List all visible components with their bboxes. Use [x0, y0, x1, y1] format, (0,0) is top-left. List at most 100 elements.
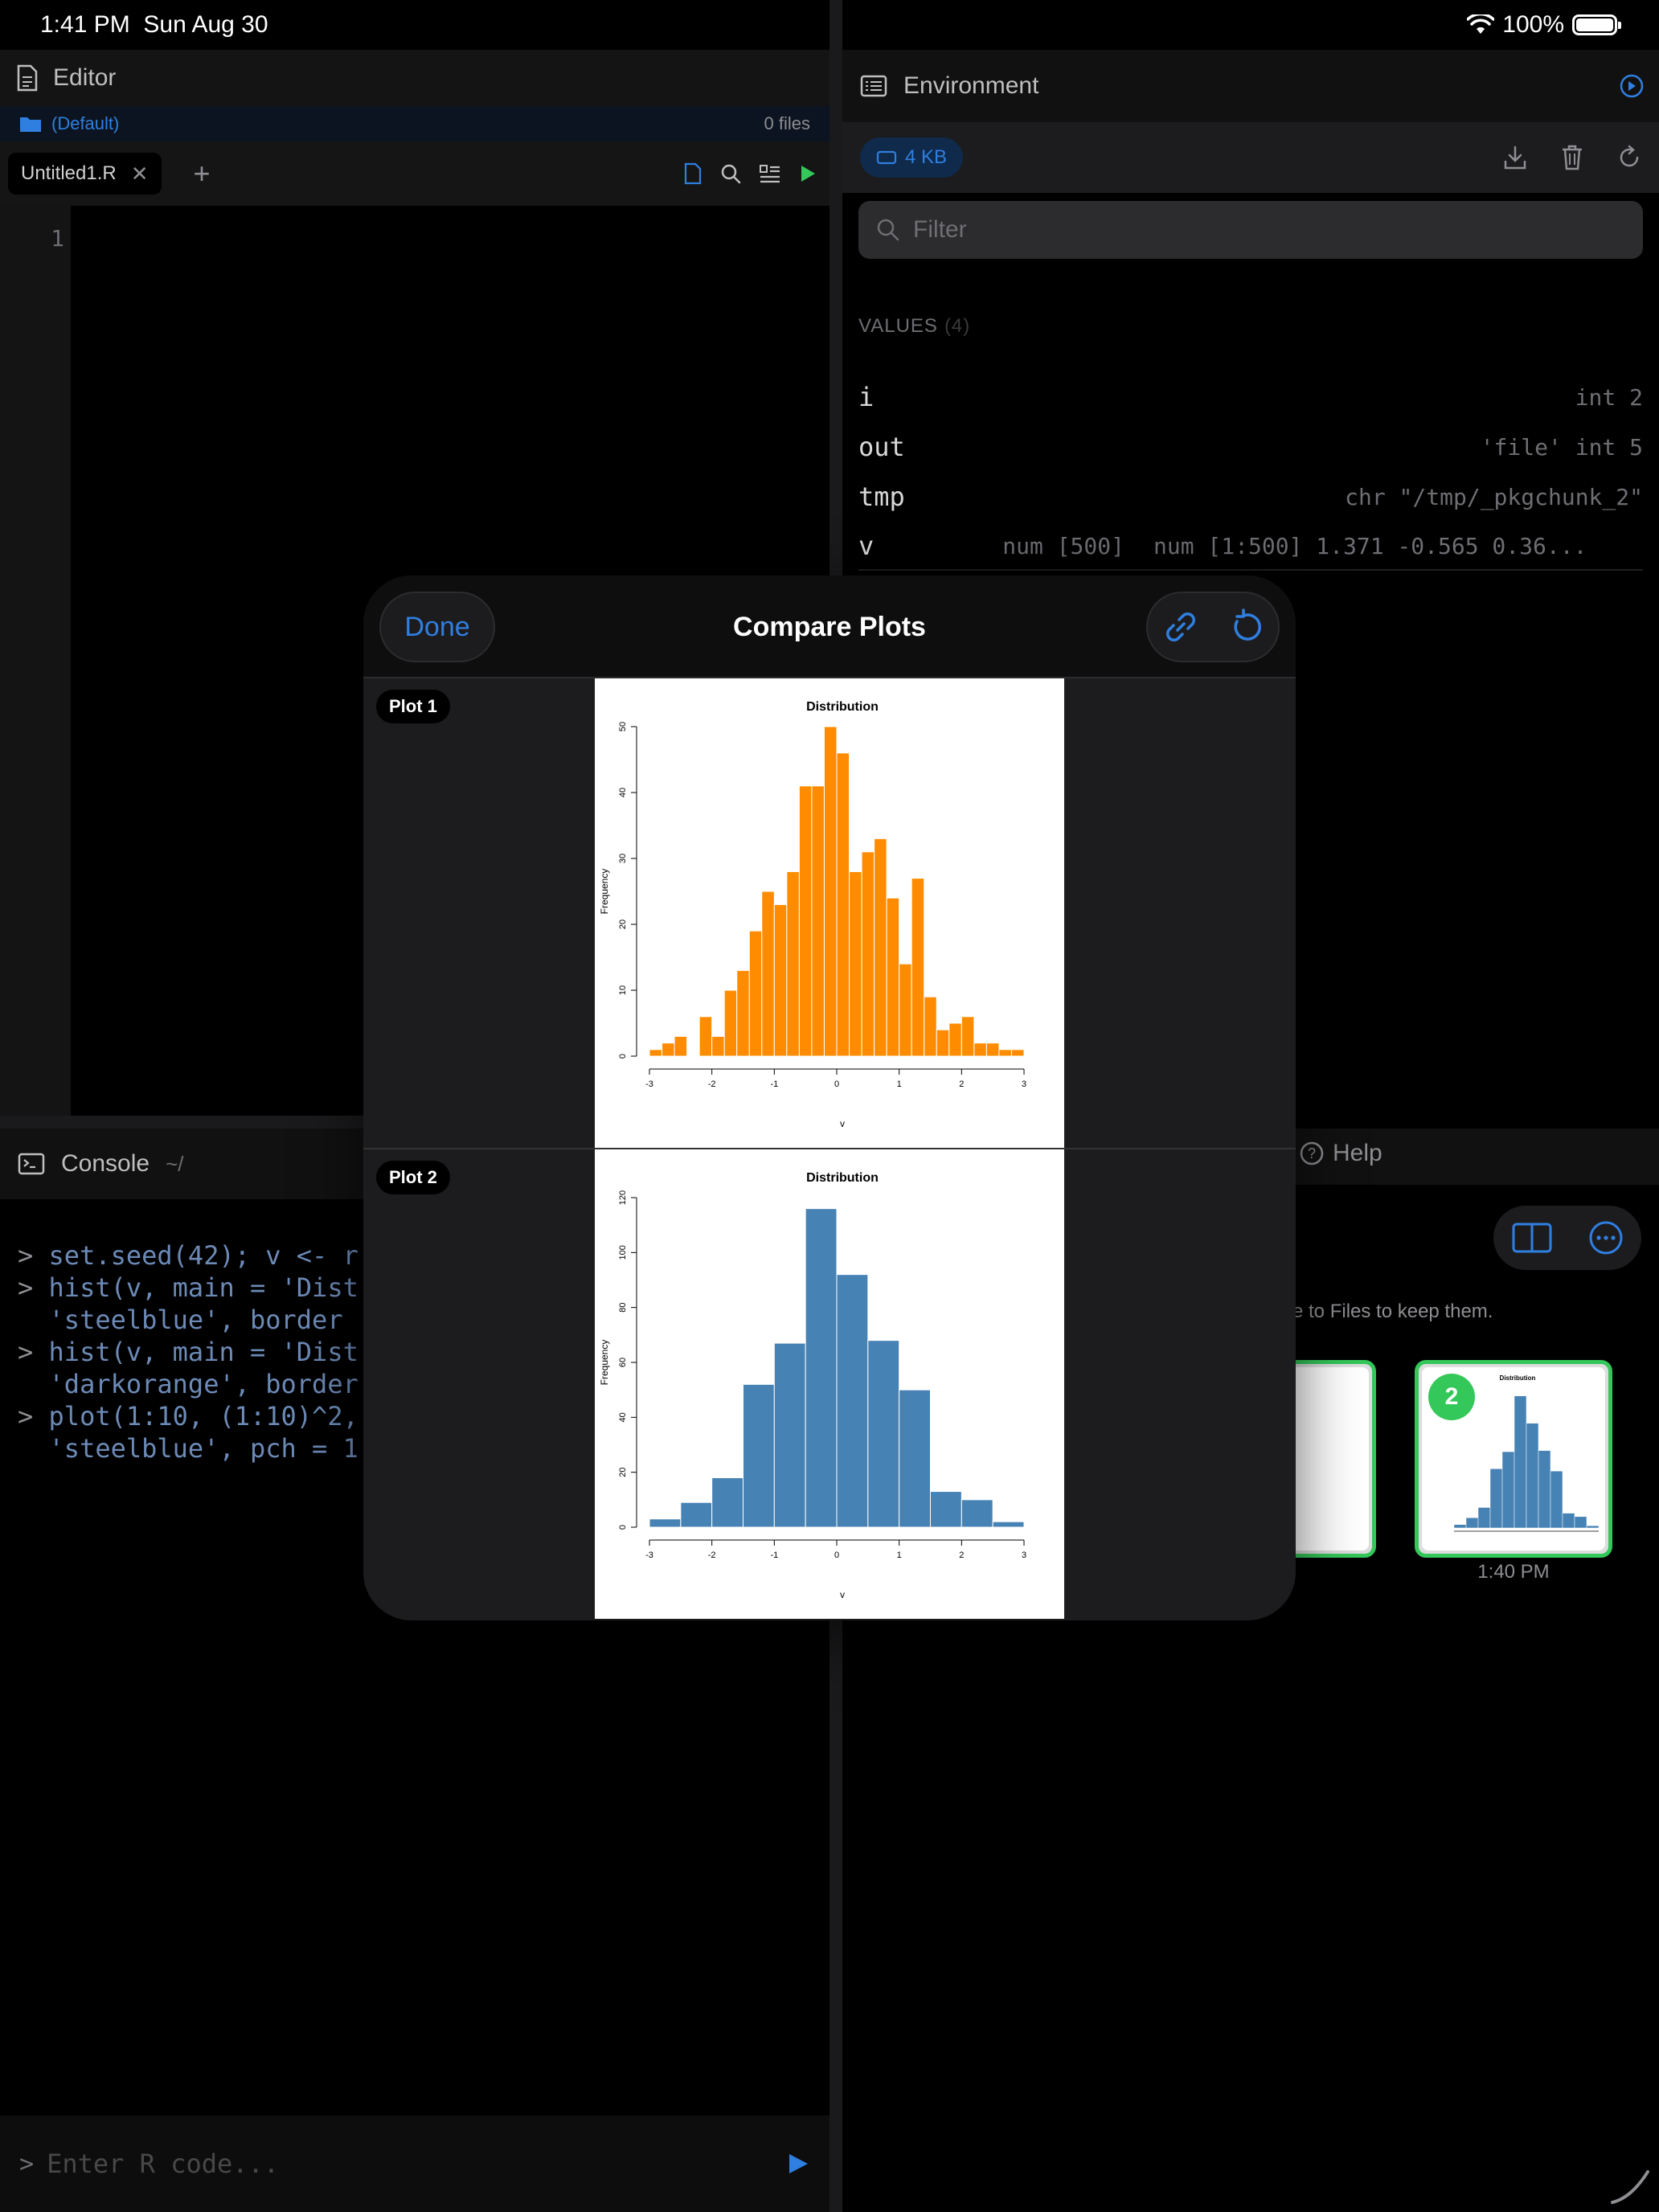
histogram-bar [899, 1389, 931, 1528]
x-tick-label: -3 [645, 1079, 653, 1089]
histogram-bar [798, 785, 813, 1057]
histogram-bar [649, 1518, 682, 1528]
link-icon[interactable] [1161, 607, 1201, 647]
console-output: > set.seed(42); v <- r > hist(v, main = '… [18, 1207, 358, 1529]
y-tick-label: 30 [618, 854, 628, 863]
histogram-bar [736, 969, 750, 1057]
thumbnail-bar [1550, 1470, 1563, 1529]
console-prompt: > [18, 1272, 34, 1303]
close-icon[interactable]: ✕ [131, 162, 149, 186]
y-tick-label: 40 [618, 1412, 628, 1422]
thumbnail-bar [1574, 1516, 1587, 1529]
histogram-bar [680, 1501, 713, 1528]
histogram-bar [786, 870, 800, 1057]
x-tick-label: -2 [708, 1550, 716, 1560]
tab-help[interactable]: ? Help [1299, 1140, 1382, 1167]
pencil-stroke-icon [1611, 2170, 1649, 2204]
status-date: Sun Aug 30 [143, 11, 268, 38]
x-axis-label: v [840, 1118, 845, 1129]
plot-1-canvas[interactable]: Distribution 0 10 20 30 40 50 -3 -2 -1 0 1 2 3 v Freque… [595, 678, 1064, 1148]
var-name: i [858, 382, 875, 412]
project-name: (Default) [51, 113, 120, 133]
input-prompt: > [19, 2149, 35, 2178]
modal-header: Done Compare Plots [363, 576, 1296, 678]
plot-thumbnail-2[interactable]: Distribution 2 [1415, 1360, 1612, 1558]
project-row[interactable]: (Default) 0 files [0, 106, 830, 141]
filter-input[interactable]: Filter [858, 201, 1643, 259]
run-icon[interactable] [799, 164, 817, 183]
search-icon [877, 219, 899, 241]
env-row-i[interactable]: i int 2 [858, 373, 1643, 421]
import-icon[interactable] [1503, 145, 1527, 170]
histogram-bar [874, 838, 887, 1057]
env-row-out[interactable]: out 'file' int 5 [858, 423, 1643, 471]
y-tick-label: 100 [618, 1245, 628, 1260]
var-summary: num [500] [1002, 532, 1124, 559]
histogram-bar [711, 1035, 725, 1057]
console-line: > hist(v, main = 'Dist [18, 1336, 358, 1368]
new-file-icon[interactable] [683, 162, 703, 185]
console-prompt: > [18, 1337, 34, 1367]
more-icon[interactable] [1588, 1220, 1624, 1256]
thumbnail-bar [1538, 1450, 1551, 1529]
histogram-bar [662, 1043, 675, 1057]
environment-tools [1503, 145, 1641, 170]
env-row-tmp[interactable]: tmp chr "/tmp/_pkgchunk_2" [858, 473, 1643, 521]
x-tick-label: -2 [708, 1079, 716, 1089]
var-value: int 2 [1575, 383, 1643, 411]
histogram-bar [743, 1383, 775, 1528]
status-clock: 1:41 PM [40, 11, 130, 38]
tab-untitled1[interactable]: Untitled1.R ✕ [8, 153, 162, 195]
var-name: v [858, 530, 875, 561]
y-tick-label: 60 [618, 1358, 628, 1367]
terminal-icon [18, 1153, 45, 1175]
search-icon[interactable] [720, 163, 741, 184]
x-tick-label: 0 [834, 1550, 839, 1560]
histogram-bar [761, 891, 775, 1057]
x-tick-label: 1 [897, 1550, 902, 1560]
refresh-icon[interactable] [1617, 145, 1641, 170]
thumbnail-bar [1562, 1513, 1575, 1529]
histogram-bar [805, 1208, 838, 1528]
send-icon[interactable] [786, 2152, 810, 2176]
histogram-bar [849, 870, 862, 1057]
histogram-bar [973, 1043, 987, 1057]
plot-2-canvas[interactable]: Distribution 0 20 40 60 80 100 120 -3 -2 -1 0 1 2 3 v Fr… [595, 1149, 1064, 1619]
r-session-icon[interactable] [1619, 73, 1645, 99]
y-tick-label: 80 [618, 1303, 628, 1313]
done-button[interactable]: Done [379, 592, 495, 662]
split-view-icon[interactable] [1511, 1222, 1553, 1254]
y-tick-label: 0 [618, 1525, 628, 1530]
y-axis-label: Frequency [599, 869, 610, 915]
thumbnail-bar [1526, 1423, 1539, 1529]
help-icon: ? [1300, 1141, 1324, 1165]
x-tick-label: -3 [645, 1550, 653, 1560]
x-axis-label: v [840, 1589, 845, 1600]
console-input[interactable]: > Enter R code... [0, 2116, 830, 2212]
histogram-bar [936, 1029, 950, 1057]
y-tick-label: 20 [618, 920, 628, 929]
y-axis-label: Frequency [599, 1340, 610, 1386]
env-row-v[interactable]: v num [500] num [1:500] 1.371 -0.565 0.3… [858, 522, 1643, 571]
thumbnail-bar [1477, 1507, 1491, 1529]
histogram-bar [930, 1491, 962, 1528]
tab-label: Untitled1.R [21, 162, 117, 184]
memory-value: 4 KB [905, 146, 948, 168]
console-prompt: > [18, 1401, 34, 1432]
add-tab-button[interactable]: + [194, 157, 211, 190]
format-icon[interactable] [759, 163, 781, 184]
var-value: 'file' int 5 [1480, 433, 1643, 461]
reset-icon[interactable] [1226, 607, 1266, 647]
svg-text:?: ? [1308, 1145, 1316, 1161]
histogram-bar [899, 963, 912, 1057]
trash-icon[interactable] [1561, 145, 1583, 170]
console-line: 'steelblue', border [18, 1304, 358, 1336]
histogram-bar [961, 1016, 975, 1057]
console-path: ~/ [166, 1151, 184, 1176]
histogram-bar [649, 1049, 663, 1057]
environment-title: Environment [903, 72, 1039, 99]
console-prompt: > [18, 1240, 34, 1271]
histogram-bar [773, 1342, 806, 1528]
histogram-bar [773, 903, 788, 1057]
save-hint: e to Files to keep them. [1292, 1301, 1493, 1322]
